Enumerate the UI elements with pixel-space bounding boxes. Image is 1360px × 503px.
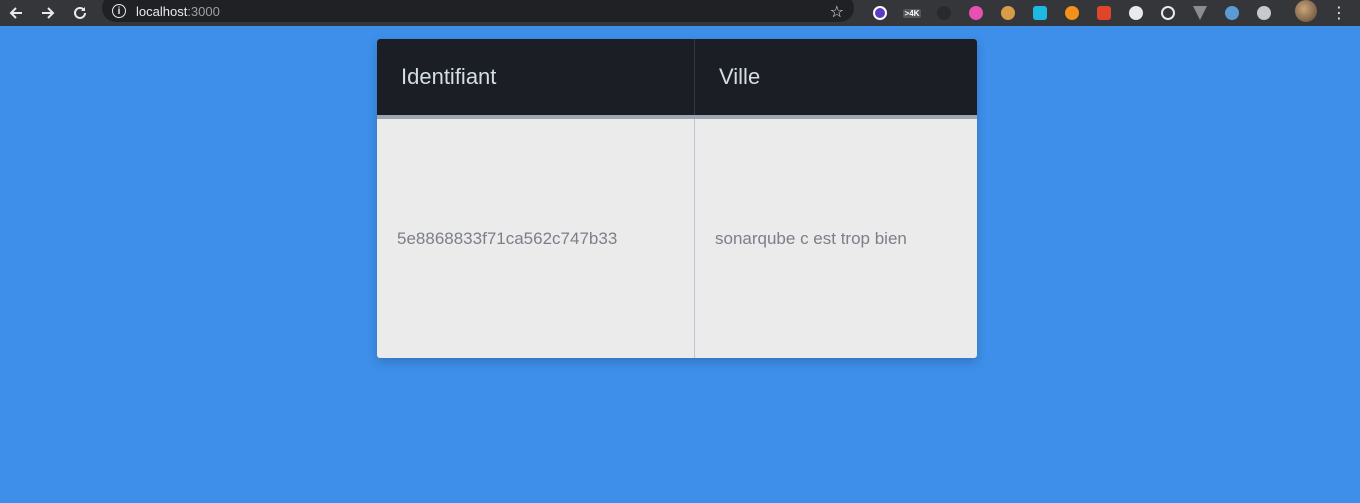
info-icon[interactable]: i: [112, 4, 126, 18]
browser-toolbar: i localhost:3000 ☆ >4K ⋮: [0, 0, 1360, 26]
avatar[interactable]: [1295, 0, 1317, 22]
extension-icon[interactable]: [1024, 0, 1056, 26]
column-header-ville: Ville: [719, 64, 761, 89]
table-row: 5e8868833f71ca562c747b33 sonarqube c est…: [377, 119, 977, 358]
forward-icon[interactable]: [32, 0, 64, 26]
extension-icon[interactable]: [1216, 0, 1248, 26]
extensions-bar: >4K: [864, 0, 1280, 26]
cell-ville: sonarqube c est trop bien: [715, 228, 907, 248]
extension-icon[interactable]: [1120, 0, 1152, 26]
extension-icon[interactable]: [928, 0, 960, 26]
vue-icon[interactable]: [1184, 0, 1216, 26]
address-bar[interactable]: i localhost:3000 ☆: [102, 0, 854, 22]
column-header-identifiant: Identifiant: [377, 39, 695, 115]
data-table: Identifiant Ville 5e8868833f71ca562c747b…: [377, 39, 977, 358]
extension-icon[interactable]: [1248, 0, 1280, 26]
reload-icon[interactable]: [64, 0, 96, 26]
bitcoin-icon[interactable]: [1056, 0, 1088, 26]
more-menu-icon[interactable]: ⋮: [1330, 0, 1348, 26]
extension-icon[interactable]: [864, 0, 896, 26]
url-text: localhost:3000: [136, 3, 220, 19]
extension-icon[interactable]: [960, 0, 992, 26]
table-header: Identifiant Ville: [377, 39, 977, 119]
back-icon[interactable]: [0, 0, 32, 26]
gmail-extension-icon[interactable]: >4K: [896, 0, 928, 26]
extension-icon[interactable]: [1088, 0, 1120, 26]
bookmark-star-icon[interactable]: ☆: [830, 2, 844, 22]
cell-identifiant: 5e8868833f71ca562c747b33: [377, 119, 695, 358]
cookie-icon[interactable]: [992, 0, 1024, 26]
react-icon[interactable]: [1152, 0, 1184, 26]
